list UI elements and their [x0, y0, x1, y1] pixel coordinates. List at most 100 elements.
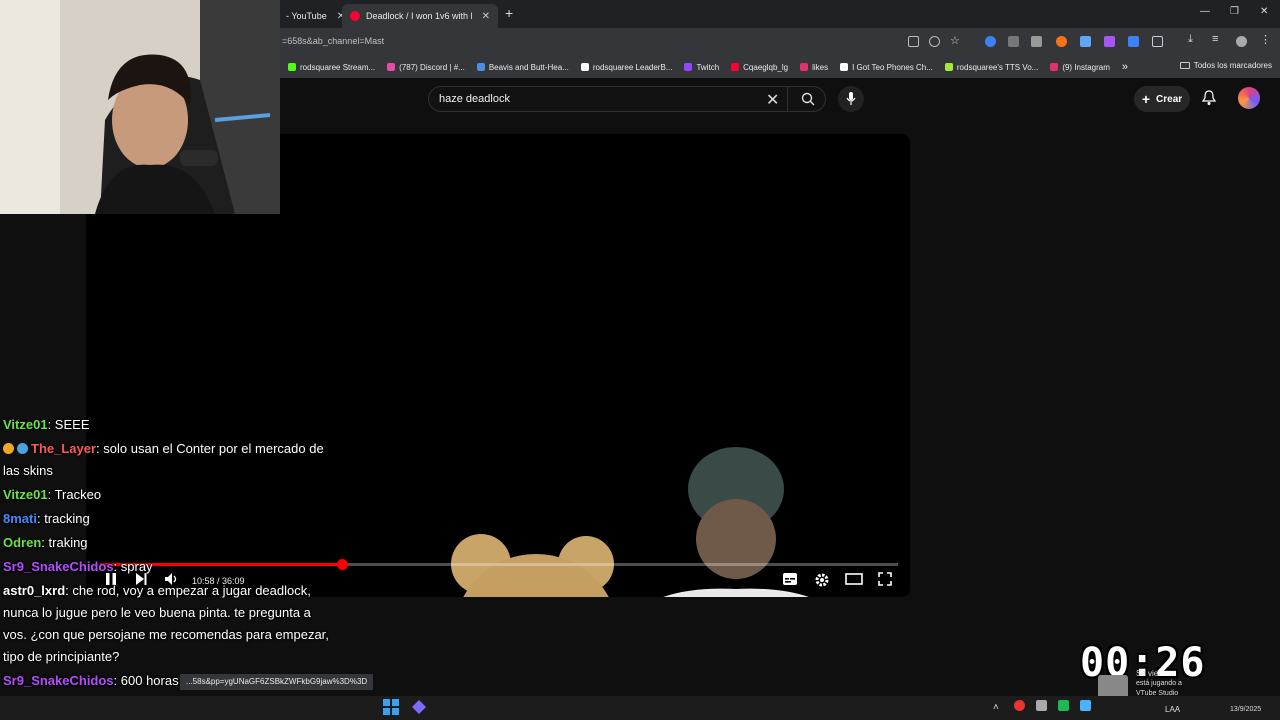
activity-status: está jugando a [1136, 680, 1182, 687]
chat-text: : 600 horas [113, 673, 179, 688]
bookmark-item[interactable]: rodsquaree's TTS Vo... [944, 62, 1039, 72]
notifications-bell-icon[interactable] [1202, 90, 1216, 106]
star-icon[interactable]: ☆ [950, 34, 961, 47]
new-tab-icon[interactable]: + [505, 5, 513, 21]
chat-text: : spray [113, 559, 153, 574]
chat-message: Vitze01: SEEE [3, 414, 333, 436]
chat-message: Vitze01: Trackeo [3, 484, 333, 506]
extension-icon[interactable] [1080, 36, 1091, 47]
settings-gear-icon[interactable] [814, 572, 830, 588]
hide-icon[interactable] [929, 36, 940, 47]
chat-message: Sr9_SnakeChidos: spray [3, 556, 333, 578]
bookmark-label: rodsquaree Stream... [300, 62, 376, 72]
bookmark-label: Beavis and Butt-Hea... [488, 62, 569, 72]
microphone-icon [846, 92, 856, 105]
tray-app-icon[interactable] [1080, 700, 1091, 711]
search-taskbar-icon[interactable] [412, 700, 426, 714]
extension-icon[interactable] [1056, 36, 1067, 47]
bookmark-favicon-icon [684, 63, 693, 71]
bookmark-item[interactable]: Beavis and Butt-Hea... [476, 62, 569, 72]
bookmark-favicon-icon [1050, 63, 1059, 71]
download-icon[interactable]: ⤓ [1188, 33, 1199, 45]
bookmark-favicon-icon [731, 63, 740, 71]
link-status-url: ...58s&pp=ygUNaGF6ZSBkZWFkbG9jaw%3D%3D [180, 674, 374, 690]
menu-icon[interactable]: ⋮ [1260, 33, 1271, 46]
language-indicator[interactable]: LAA [1165, 705, 1180, 714]
chat-message: Odren: traking [3, 532, 333, 554]
bookmark-item[interactable]: rodsquaree LeaderB... [580, 62, 673, 72]
chat-badge-icon [3, 443, 14, 454]
bookmark-item[interactable]: (787) Discord | #... [387, 63, 465, 72]
chat-username: Odren [3, 535, 42, 550]
bookmark-item[interactable]: Cqaeglqb_lg [731, 63, 788, 72]
bookmark-favicon-icon [580, 63, 589, 71]
discord-tray-icon[interactable] [1036, 700, 1047, 711]
chat-username: Sr9_SnakeChidos [3, 559, 114, 574]
bookmark-label: likes [812, 62, 829, 72]
chat-username: Vitze01 [3, 417, 48, 432]
tab-deadlock[interactable]: Deadlock / I won 1v6 with Haze ✕ [342, 4, 498, 28]
bookmark-label: I Got Teo Phones Ch... [852, 62, 933, 72]
tray-chevron-icon[interactable]: ˄ [993, 702, 999, 713]
bookmark-item[interactable]: I Got Teo Phones Ch... [840, 63, 933, 72]
fullscreen-icon[interactable] [878, 572, 892, 586]
puzzle-icon[interactable] [1152, 36, 1163, 47]
extension-icon[interactable] [1128, 36, 1139, 47]
bookmark-favicon-icon [840, 63, 849, 71]
extension-icon[interactable] [985, 36, 996, 47]
chat-message: 8mati: tracking [3, 508, 333, 530]
chat-username: astr0_lxrd [3, 583, 66, 598]
bookmark-favicon-icon [476, 63, 485, 71]
cast-icon[interactable] [908, 36, 919, 47]
bookmark-label: Twitch [696, 62, 720, 72]
minimize-icon[interactable]: — [1200, 6, 1210, 17]
clock-date[interactable]: 13/9/2025 [1230, 706, 1261, 713]
clear-search-icon[interactable]: ✕ [766, 90, 779, 110]
bookmark-favicon-icon [288, 63, 296, 71]
account-avatar[interactable] [1238, 87, 1260, 109]
search-input[interactable] [439, 93, 739, 105]
chat-message: astr0_lxrd: che rod, voy a empezar a jug… [3, 580, 333, 668]
all-bookmarks[interactable]: Todos los marcadores [1179, 61, 1272, 70]
bookmark-item[interactable]: Twitch [684, 63, 719, 72]
bookmark-label: rodsquaree's TTS Vo... [956, 62, 1039, 72]
chat-badge-icon [17, 443, 28, 454]
screen: - YouTube ✕ Deadlock / I won 1v6 with Ha… [0, 0, 1280, 720]
subtitles-icon[interactable] [782, 572, 798, 586]
media-icon[interactable]: ≡ [1212, 33, 1223, 45]
tab-title: Deadlock / I won 1v6 with Haze [366, 11, 472, 21]
close-tab-icon[interactable]: ✕ [482, 11, 490, 22]
bookmark-item[interactable]: likes [800, 63, 828, 72]
webcam-frame [0, 0, 280, 214]
search-button[interactable] [787, 87, 827, 111]
bookmark-label: rodsquaree LeaderB... [592, 62, 673, 72]
windows-start-icon[interactable] [383, 699, 399, 715]
chat-text: : SEEE [47, 417, 90, 432]
chat-text: : Trackeo [47, 487, 102, 502]
extension-icon[interactable] [1008, 36, 1019, 47]
bookmark-favicon-icon [944, 63, 953, 71]
tray-app-icon[interactable] [1014, 700, 1025, 711]
tray-app-icon[interactable] [1058, 700, 1069, 711]
more-bookmarks-icon[interactable]: » [1122, 61, 1128, 73]
create-label: Crear [1156, 93, 1183, 105]
youtube-favicon-icon [350, 11, 360, 21]
url-field[interactable]: =658s&ab_channel=Mast [282, 36, 384, 46]
voice-search-button[interactable] [838, 86, 864, 112]
camera-icon[interactable] [1031, 36, 1042, 47]
restore-icon[interactable]: ❐ [1230, 6, 1239, 17]
chat-text: : tracking [36, 511, 90, 526]
folder-icon [1179, 62, 1190, 69]
create-button[interactable]: + Crear [1134, 86, 1190, 112]
chat-username: Sr9_SnakeChidos [3, 673, 114, 688]
bookmark-item[interactable]: rodsquaree Stream... [288, 63, 375, 72]
chat-username: Vitze01 [3, 487, 48, 502]
bookmarks-bar: rodsquaree Stream... (787) Discord | #...… [280, 56, 1280, 78]
webcam-overlay [0, 0, 280, 214]
extension-icon[interactable] [1104, 36, 1115, 47]
close-window-icon[interactable]: ✕ [1260, 6, 1268, 17]
chat-username: 8mati [3, 511, 37, 526]
theater-mode-icon[interactable] [845, 572, 863, 586]
profile-icon[interactable] [1236, 36, 1247, 47]
bookmark-item[interactable]: (9) Instagram [1050, 63, 1110, 72]
